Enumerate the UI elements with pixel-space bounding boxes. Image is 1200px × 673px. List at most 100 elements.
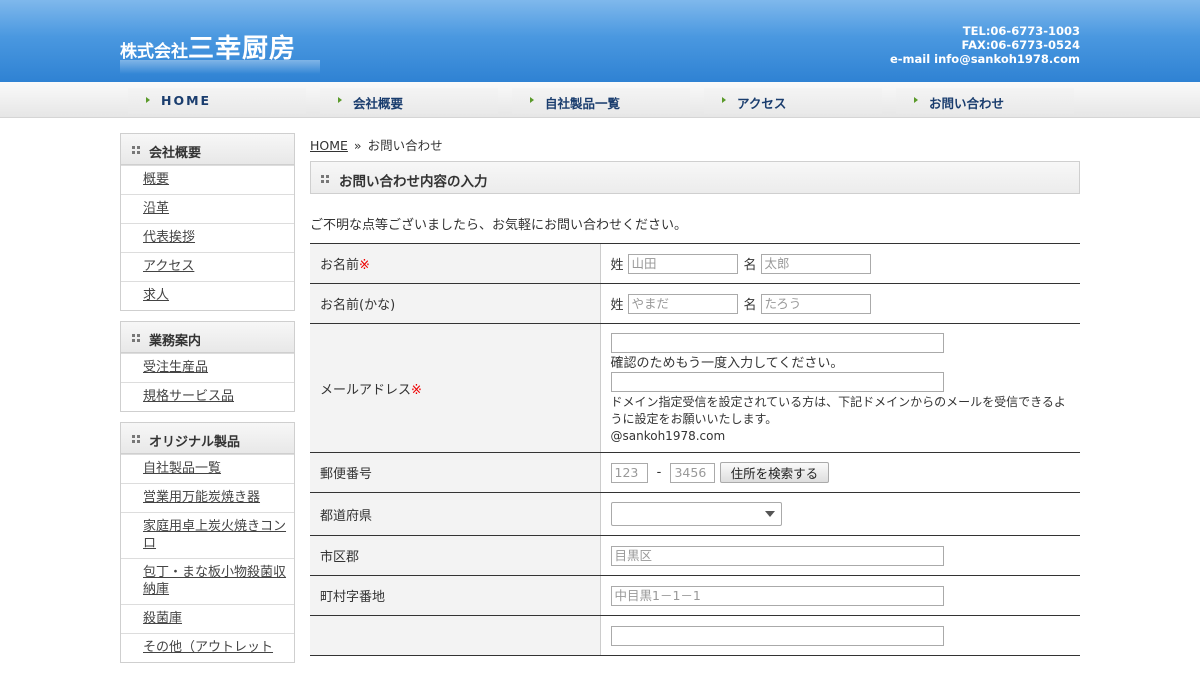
sidebar-item: 規格サービス品 <box>121 382 294 411</box>
nav-label: 会社概要 <box>353 96 404 111</box>
sidebar-link-access[interactable]: アクセス <box>143 259 194 274</box>
last-name-input[interactable] <box>627 253 738 274</box>
breadcrumb-separator: » <box>353 138 362 153</box>
nav-contact[interactable]: お問い合わせ <box>896 88 1074 114</box>
breadcrumb-current: お問い合わせ <box>367 138 443 153</box>
breadcrumb: HOME » お問い合わせ <box>310 135 1080 153</box>
header-tel: TEL:06-6773-1003 <box>962 24 1080 38</box>
email-domain: @sankoh1978.com <box>610 428 726 443</box>
sidebar-link-custom[interactable]: 受注生産品 <box>143 360 208 375</box>
town-label: 町村字番地 <box>320 590 386 605</box>
main-content: HOME » お問い合わせ お問い合わせ内容の入力 ご不明な点等ございましたら、お気… <box>310 133 1080 656</box>
sidebar-item: 代表挨拶 <box>121 223 294 252</box>
sidebar-item: 受注生産品 <box>121 353 294 382</box>
form-label-cell: お名前(かな) <box>310 283 600 324</box>
email-input[interactable] <box>610 332 944 353</box>
form-label-cell: 町村字番地 <box>310 575 600 616</box>
sidebar-item: 殺菌庫 <box>121 604 294 633</box>
form-field-cell <box>599 535 1080 576</box>
breadcrumb-home-link[interactable]: HOME <box>310 138 348 153</box>
sidebar-section-business: 業務案内 受注生産品 規格サービス品 <box>120 321 295 412</box>
form-field-cell <box>599 615 1080 656</box>
sidebar-item: その他（アウトレット <box>121 633 294 662</box>
sidebar-link-product-list[interactable]: 自社製品一覧 <box>143 461 221 476</box>
nav-home[interactable]: HOME <box>128 88 306 114</box>
sidebar-link-tabletop-grill[interactable]: 家庭用卓上炭火焼きコンロ <box>143 519 286 551</box>
sidebar-link-other[interactable]: その他（アウトレット <box>143 640 273 655</box>
sidebar-section-original: オリジナル製品 自社製品一覧 営業用万能炭焼き器 家庭用卓上炭火焼きコンロ 包丁… <box>120 422 295 663</box>
nav-products[interactable]: 自社製品一覧 <box>512 88 690 114</box>
form-row-town: 町村字番地 <box>310 575 1080 616</box>
square-bullet-icon <box>321 175 329 183</box>
last-name-kana-input[interactable] <box>627 293 738 314</box>
email-confirm-input[interactable] <box>610 371 944 392</box>
sidebar-link-history[interactable]: 沿革 <box>143 201 169 216</box>
sidebar-section-title: オリジナル製品 <box>149 435 241 450</box>
form-row-next <box>310 615 1080 656</box>
email-confirm-note: 確認のためもう一度入力してください。 <box>610 355 844 371</box>
form-field-cell: 姓名 <box>599 283 1080 324</box>
city-label: 市区郡 <box>320 550 360 565</box>
required-mark: ※ <box>359 258 370 273</box>
first-name-kana-input[interactable] <box>760 293 871 314</box>
city-input[interactable] <box>610 545 944 566</box>
mei-label: 名 <box>743 258 757 273</box>
first-name-input[interactable] <box>760 253 871 274</box>
form-row-prefecture: 都道府県 <box>310 492 1080 536</box>
form-row-name: お名前※ 姓名 <box>310 243 1080 284</box>
name-label: お名前 <box>320 258 360 273</box>
sidebar-section-company: 会社概要 概要 沿革 代表挨拶 アクセス 求人 <box>120 133 295 311</box>
zip-part1-input[interactable] <box>610 462 648 483</box>
sidebar-section-header: 会社概要 <box>121 134 294 165</box>
sidebar-item: 求人 <box>121 281 294 310</box>
required-mark: ※ <box>411 382 422 398</box>
header-fax: FAX:06-6773-0524 <box>961 38 1080 52</box>
intro-text: ご不明な点等ございましたら、お気軽にお問い合わせください。 <box>310 218 688 233</box>
sidebar-item: 沿革 <box>121 194 294 223</box>
arrow-right-icon <box>146 97 150 103</box>
arrow-right-icon <box>530 97 534 103</box>
email-label: メールアドレス <box>320 382 412 398</box>
form-row-zip: 郵便番号 - 住所を検索する <box>310 452 1080 493</box>
header-email: e-mail info@sankoh1978.com <box>889 52 1080 66</box>
address-search-button[interactable]: 住所を検索する <box>719 462 830 483</box>
page-title: お問い合わせ内容の入力 <box>339 174 488 190</box>
nav-access[interactable]: アクセス <box>704 88 882 114</box>
header-contact: TEL:06-6773-1003 FAX:06-6773-0524 e-mail… <box>890 24 1080 66</box>
sidebar-link-overview[interactable]: 概要 <box>143 172 169 187</box>
form-field-cell: 確認のためもう一度入力してください。 ドメイン指定受信を設定されている方は、下記… <box>599 323 1080 453</box>
zip-dash: - <box>656 465 662 480</box>
zip-label: 郵便番号 <box>320 467 373 482</box>
sidebar-link-sterilizer[interactable]: 殺菌庫 <box>143 611 182 626</box>
zip-part2-input[interactable] <box>670 462 716 483</box>
site-header: 株式会社三幸厨房 TEL:06-6773-1003 FAX:06-6773-05… <box>0 0 1200 82</box>
sei-label: 姓 <box>610 298 624 313</box>
prefecture-label: 都道府県 <box>320 508 373 524</box>
sidebar-link-sterilizer-storage[interactable]: 包丁・まな板小物殺菌収納庫 <box>143 565 286 597</box>
building-input[interactable] <box>610 625 944 646</box>
logo-company-type: 株式会社 <box>120 42 188 62</box>
sidebar-item: 家庭用卓上炭火焼きコンロ <box>121 512 294 558</box>
nav-label: 自社製品一覧 <box>545 96 621 111</box>
sidebar-section-title: 会社概要 <box>149 146 202 161</box>
sidebar-link-greeting[interactable]: 代表挨拶 <box>143 230 195 245</box>
sidebar: 会社概要 概要 沿革 代表挨拶 アクセス 求人 業務案内 受注生産品 規格サービ… <box>120 133 295 673</box>
prefecture-select[interactable] <box>610 502 782 526</box>
form-field-cell: 姓名 <box>599 243 1080 284</box>
sidebar-link-standard[interactable]: 規格サービス品 <box>143 389 234 404</box>
kana-label: お名前(かな) <box>320 298 396 313</box>
form-row-email: メールアドレス※ 確認のためもう一度入力してください。 ドメイン指定受信を設定さ… <box>310 323 1080 453</box>
chevron-down-icon <box>764 511 775 517</box>
sidebar-link-charcoal-grill[interactable]: 営業用万能炭焼き器 <box>143 490 260 505</box>
form-row-kana: お名前(かな) 姓名 <box>310 283 1080 324</box>
sidebar-link-recruit[interactable]: 求人 <box>143 288 169 303</box>
sidebar-section-header: オリジナル製品 <box>121 423 294 454</box>
nav-company[interactable]: 会社概要 <box>320 88 498 114</box>
arrow-right-icon <box>914 97 918 103</box>
arrow-right-icon <box>338 97 342 103</box>
form-field-cell <box>599 575 1080 616</box>
form-label-cell: メールアドレス※ <box>310 323 600 453</box>
square-bullet-icon <box>132 146 140 154</box>
town-input[interactable] <box>610 585 944 606</box>
sidebar-section-header: 業務案内 <box>121 322 294 353</box>
